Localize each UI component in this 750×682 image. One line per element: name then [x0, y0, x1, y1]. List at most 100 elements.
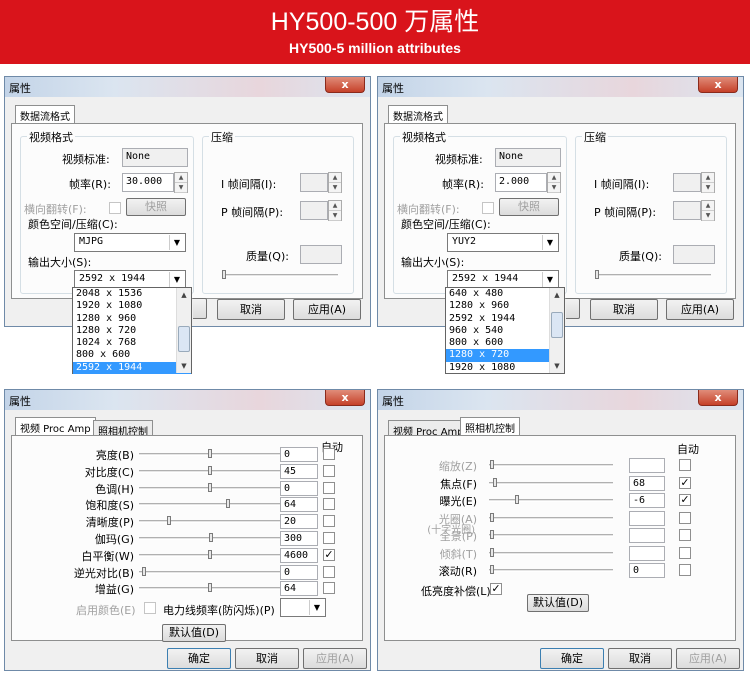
low-light-compensation-checkbox[interactable]: ✓ — [490, 583, 502, 595]
ok-button-hidden-edge[interactable] — [566, 298, 580, 319]
auto-checkbox[interactable] — [323, 515, 335, 528]
title-bar[interactable]: 属性 x — [378, 390, 743, 410]
scroll-up-icon[interactable]: ▲ — [178, 289, 190, 301]
dropdown-option[interactable]: 1280 x 720 — [446, 349, 564, 362]
slider-thumb[interactable] — [490, 565, 494, 574]
frame-rate-input[interactable]: 2.000 — [495, 173, 547, 192]
slider-thumb[interactable] — [167, 516, 171, 526]
slider-track[interactable] — [139, 520, 283, 524]
flip-checkbox[interactable] — [482, 202, 494, 214]
i-frame-interval-spinner[interactable]: ▲ ▼ — [701, 172, 715, 193]
output-size-dropdown-list[interactable]: 640 x 480 1280 x 960 2592 x 1944 960 x 540 8… — [445, 287, 565, 374]
tab-video-proc-amp[interactable]: 视频 Proc Amp — [15, 417, 96, 436]
p-frame-interval-input[interactable] — [300, 201, 328, 220]
slider-thumb[interactable] — [208, 465, 212, 475]
auto-checkbox[interactable] — [679, 511, 691, 524]
spin-up-icon[interactable]: ▲ — [329, 201, 341, 211]
snapshot-button[interactable]: 快照 — [499, 198, 559, 216]
auto-checkbox[interactable] — [323, 582, 335, 595]
slider-value-field[interactable]: -6 — [629, 493, 665, 508]
tab-stream-format[interactable]: 数据流格式 — [15, 105, 75, 124]
scroll-down-icon[interactable]: ▼ — [551, 360, 563, 372]
slider-value-field[interactable]: 45 — [280, 463, 318, 479]
auto-checkbox[interactable] — [323, 481, 335, 494]
slider-thumb[interactable] — [208, 482, 212, 492]
dropdown-option[interactable]: 1280 x 720 — [73, 325, 191, 337]
dropdown-option[interactable]: 1920 x 1080 — [73, 300, 191, 312]
close-button[interactable]: x — [325, 77, 365, 93]
chevron-down-icon[interactable]: ▼ — [542, 235, 557, 250]
default-button[interactable]: 默认值(D) — [162, 624, 226, 642]
slider-track[interactable] — [489, 499, 613, 502]
dropdown-option[interactable]: 1280 x 960 — [446, 300, 564, 312]
spin-down-icon[interactable]: ▼ — [329, 211, 341, 221]
slider-track[interactable] — [139, 570, 283, 574]
frame-rate-input[interactable]: 30.000 — [122, 173, 174, 192]
powerline-frequency-select[interactable]: ▼ — [280, 598, 326, 617]
dropdown-option[interactable]: 1280 x 960 — [73, 313, 191, 325]
auto-checkbox[interactable]: ✓ — [679, 476, 691, 489]
slider-thumb[interactable] — [226, 499, 230, 509]
spin-up-icon[interactable]: ▲ — [175, 173, 187, 183]
snapshot-button[interactable]: 快照 — [126, 198, 186, 216]
tab-camera-control[interactable]: 照相机控制 — [460, 417, 520, 436]
slider-value-field[interactable]: 0 — [280, 447, 318, 462]
auto-checkbox[interactable] — [323, 532, 335, 544]
scroll-up-icon[interactable]: ▲ — [551, 289, 563, 301]
auto-checkbox[interactable] — [323, 565, 335, 578]
p-frame-interval-input[interactable] — [673, 201, 701, 220]
auto-checkbox[interactable]: ✓ — [679, 494, 691, 506]
ok-button-hidden-edge[interactable] — [193, 298, 207, 319]
dropdown-option[interactable]: 960 x 540 — [446, 325, 564, 337]
auto-checkbox[interactable] — [679, 529, 691, 541]
slider-value-field[interactable]: 68 — [629, 475, 665, 491]
tab-video-proc-amp[interactable]: 视频 Proc Amp — [388, 420, 469, 438]
i-frame-interval-input[interactable] — [300, 173, 328, 192]
chevron-down-icon[interactable]: ▼ — [309, 600, 324, 615]
dropdown-option[interactable]: 2592 x 1944 — [446, 313, 564, 325]
auto-checkbox[interactable] — [679, 564, 691, 576]
spin-up-icon[interactable]: ▲ — [702, 201, 714, 211]
quality-slider-thumb[interactable] — [595, 270, 599, 279]
apply-button[interactable]: 应用(A) — [293, 299, 361, 320]
slider-track[interactable] — [489, 569, 613, 572]
dropdown-option[interactable]: 1920 x 1080 — [446, 362, 564, 374]
close-button[interactable]: x — [698, 77, 738, 93]
dropdown-option[interactable]: 800 x 600 — [73, 349, 191, 361]
chevron-down-icon[interactable]: ▼ — [169, 272, 184, 287]
title-bar[interactable]: 属性 x — [378, 77, 743, 97]
spin-down-icon[interactable]: ▼ — [329, 183, 341, 193]
output-size-dropdown-list[interactable]: 2048 x 1536 1920 x 1080 1280 x 960 1280 x 7… — [72, 287, 192, 375]
auto-checkbox[interactable]: ✓ — [323, 548, 335, 561]
slider-value-field[interactable]: 0 — [280, 564, 318, 580]
i-frame-interval-spinner[interactable]: ▲ ▼ — [328, 172, 342, 193]
slider-thumb[interactable] — [493, 477, 497, 487]
spin-down-icon[interactable]: ▼ — [548, 183, 560, 193]
title-bar[interactable]: 属性 x — [5, 390, 370, 410]
close-button[interactable]: x — [698, 390, 738, 406]
apply-button[interactable]: 应用(A) — [676, 648, 740, 669]
frame-rate-spinner[interactable]: ▲ ▼ — [174, 172, 188, 193]
cancel-button[interactable]: 取消 — [235, 648, 299, 669]
quality-slider-thumb[interactable] — [222, 270, 226, 279]
color-space-select[interactable]: YUY2 ▼ — [447, 233, 559, 252]
slider-value-field[interactable]: 64 — [280, 497, 318, 513]
quality-slider-track[interactable] — [222, 274, 338, 277]
slider-thumb[interactable] — [515, 495, 519, 504]
dropdown-option[interactable]: 2048 x 1536 — [73, 288, 191, 300]
i-frame-interval-input[interactable] — [673, 173, 701, 192]
spin-up-icon[interactable]: ▲ — [702, 173, 714, 183]
auto-checkbox[interactable] — [679, 546, 691, 559]
ok-button[interactable]: 确定 — [540, 648, 604, 669]
auto-checkbox[interactable] — [323, 498, 335, 511]
spin-down-icon[interactable]: ▼ — [702, 211, 714, 221]
slider-thumb[interactable] — [208, 549, 212, 559]
p-frame-interval-spinner[interactable]: ▲ ▼ — [328, 200, 342, 221]
enable-color-checkbox[interactable] — [144, 602, 156, 614]
slider-value-field[interactable]: 4600 — [280, 547, 318, 563]
chevron-down-icon[interactable]: ▼ — [169, 235, 184, 250]
cancel-button[interactable]: 取消 — [608, 648, 672, 669]
slider-value-field[interactable]: 64 — [280, 581, 318, 597]
flip-checkbox[interactable] — [109, 202, 121, 214]
dropdown-option[interactable]: 1024 x 768 — [73, 337, 191, 349]
